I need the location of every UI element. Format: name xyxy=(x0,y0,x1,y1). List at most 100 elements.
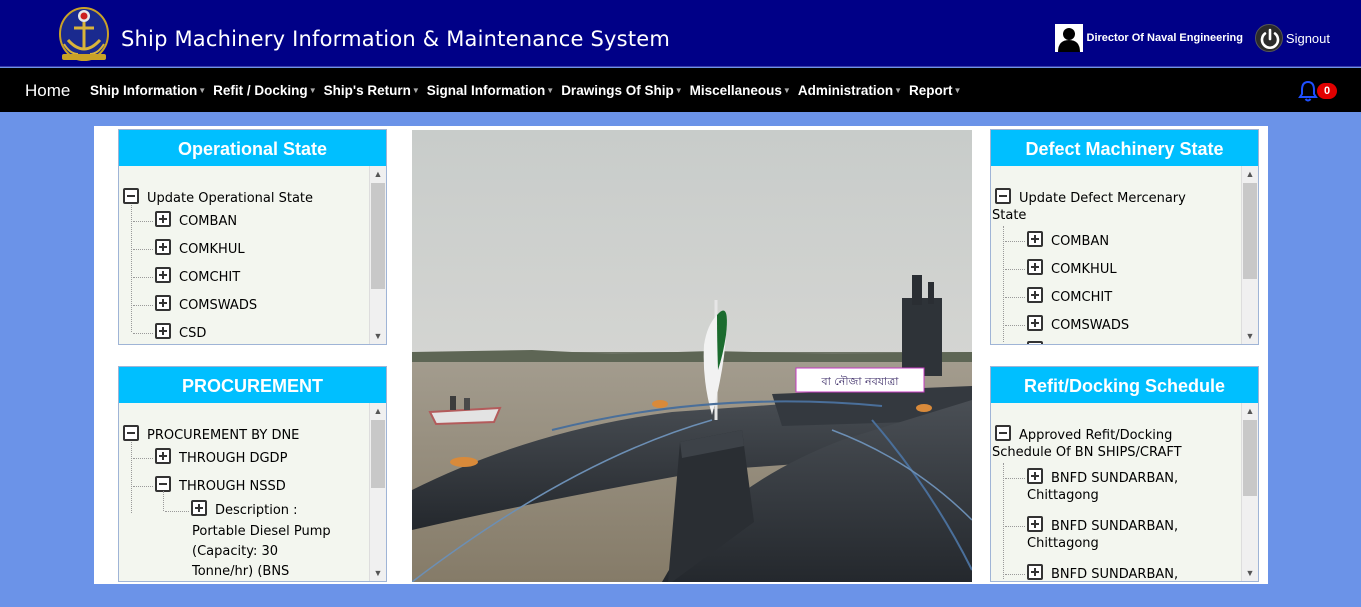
expand-icon[interactable] xyxy=(1027,315,1043,331)
scroll-down-icon[interactable]: ▼ xyxy=(1242,328,1258,344)
tree-node-comswads[interactable]: COMSWADS xyxy=(155,295,257,313)
tree-node-root[interactable]: Approved Refit/Docking xyxy=(995,425,1172,443)
nav-item-refit-docking[interactable]: Refit / Docking▼ xyxy=(213,83,316,98)
defect-machinery-panel: Defect Machinery State Update Defect Mer… xyxy=(990,129,1259,345)
notification-count-badge: 0 xyxy=(1317,83,1337,99)
tree-node-partial xyxy=(1027,341,1043,344)
tree-node-comban[interactable]: COMBAN xyxy=(1027,231,1109,249)
caret-down-icon: ▼ xyxy=(546,86,555,95)
nav-item-administration[interactable]: Administration▼ xyxy=(798,83,902,98)
tree-node-comswads[interactable]: COMSWADS xyxy=(1027,315,1129,333)
expand-icon[interactable] xyxy=(155,239,171,255)
expand-icon[interactable] xyxy=(1027,259,1043,275)
expand-icon[interactable] xyxy=(191,500,207,516)
expand-icon[interactable] xyxy=(1027,468,1043,484)
tree-node-schedule[interactable]: BNFD SUNDARBAN, xyxy=(1027,564,1178,581)
tree-node-comchit[interactable]: COMCHIT xyxy=(155,267,240,285)
schedule-location: Chittagong xyxy=(1027,536,1099,551)
tree-node-through-nssd[interactable]: THROUGH NSSD xyxy=(155,476,286,494)
operational-state-panel: Operational State Update Operational Sta… xyxy=(118,129,387,345)
defect-machinery-tree: Update Defect Mercenary State COMBAN COM… xyxy=(991,166,1258,344)
expand-icon[interactable] xyxy=(1027,231,1043,247)
scroll-down-icon[interactable]: ▼ xyxy=(1242,565,1258,581)
tree-node-comkhul[interactable]: COMKHUL xyxy=(1027,259,1117,277)
scroll-down-icon[interactable]: ▼ xyxy=(370,328,386,344)
operational-state-tree: Update Operational State COMBAN COMKHUL … xyxy=(119,166,386,344)
procurement-panel: PROCUREMENT PROCUREMENT BY DNE THROUGH D… xyxy=(118,366,387,582)
caret-down-icon: ▼ xyxy=(674,86,683,95)
caret-down-icon: ▼ xyxy=(953,86,962,95)
scroll-thumb[interactable] xyxy=(1243,183,1257,279)
scroll-down-icon[interactable]: ▼ xyxy=(370,565,386,581)
scroll-up-icon[interactable]: ▲ xyxy=(370,403,386,419)
caret-down-icon: ▼ xyxy=(198,86,207,95)
signout-button[interactable]: Signout xyxy=(1254,24,1330,52)
expand-icon[interactable] xyxy=(1027,564,1043,580)
tree-node-root[interactable]: PROCUREMENT BY DNE xyxy=(123,425,299,443)
caret-down-icon: ▼ xyxy=(782,86,791,95)
tree-node-schedule[interactable]: BNFD SUNDARBAN, xyxy=(1027,468,1178,486)
refit-docking-tree: Approved Refit/Docking Schedule Of BN SH… xyxy=(991,403,1258,581)
user-profile[interactable]: Director Of Naval Engineering xyxy=(1054,24,1243,52)
scrollbar[interactable]: ▲ ▼ xyxy=(1241,166,1258,344)
scroll-up-icon[interactable]: ▲ xyxy=(1242,403,1258,419)
scrollbar[interactable]: ▲ ▼ xyxy=(369,403,386,581)
scroll-thumb[interactable] xyxy=(371,420,385,488)
scroll-thumb[interactable] xyxy=(1243,420,1257,496)
nav-item-report[interactable]: Report▼ xyxy=(909,83,961,98)
procurement-tree: PROCUREMENT BY DNE THROUGH DGDP THROUGH … xyxy=(119,403,386,581)
caret-down-icon: ▼ xyxy=(411,86,420,95)
schedule-location: Chittagong xyxy=(1027,488,1099,503)
expand-icon[interactable] xyxy=(155,448,171,464)
tree-node-description[interactable]: Description : xyxy=(191,500,298,518)
expand-icon[interactable] xyxy=(155,295,171,311)
panel-title: PROCUREMENT xyxy=(119,367,386,403)
scrollbar[interactable]: ▲ ▼ xyxy=(369,166,386,344)
tree-node-root[interactable]: Update Operational State xyxy=(123,188,313,206)
user-avatar-icon xyxy=(1054,24,1083,52)
scroll-thumb[interactable] xyxy=(371,183,385,289)
scroll-up-icon[interactable]: ▲ xyxy=(1242,166,1258,182)
dashboard-content: Operational State Update Operational Sta… xyxy=(94,126,1268,584)
nav-item-drawings-of-ship[interactable]: Drawings Of Ship▼ xyxy=(561,83,682,98)
tree-node-schedule[interactable]: BNFD SUNDARBAN, xyxy=(1027,516,1178,534)
app-title: Ship Machinery Information & Maintenance… xyxy=(121,27,671,51)
notification-bell-icon[interactable] xyxy=(1298,80,1318,102)
expand-icon xyxy=(1027,341,1043,344)
caret-down-icon: ▼ xyxy=(894,86,903,95)
expand-icon[interactable] xyxy=(155,267,171,283)
collapse-icon[interactable] xyxy=(123,425,139,441)
collapse-icon[interactable] xyxy=(123,188,139,204)
scrollbar[interactable]: ▲ ▼ xyxy=(1241,403,1258,581)
nav-home[interactable]: Home xyxy=(25,81,70,101)
main-nav: Home Ship Information▼ Refit / Docking▼ … xyxy=(0,68,1361,112)
app-header: Ship Machinery Information & Maintenance… xyxy=(0,0,1361,67)
collapse-icon[interactable] xyxy=(155,476,171,492)
expand-icon[interactable] xyxy=(1027,516,1043,532)
nav-item-signal-information[interactable]: Signal Information▼ xyxy=(427,83,554,98)
tree-node-root[interactable]: Update Defect Mercenary xyxy=(995,188,1186,206)
expand-icon[interactable] xyxy=(155,323,171,339)
nav-menu: Ship Information▼ Refit / Docking▼ Ship'… xyxy=(90,83,968,98)
tree-node-through-dgdp[interactable]: THROUGH DGDP xyxy=(155,448,287,466)
expand-icon[interactable] xyxy=(1027,287,1043,303)
banner-text: বা নৌজা নবযাত্রা xyxy=(821,375,900,388)
nav-item-miscellaneous[interactable]: Miscellaneous▼ xyxy=(690,83,791,98)
collapse-icon[interactable] xyxy=(995,425,1011,441)
tree-node-csd[interactable]: CSD xyxy=(155,323,206,341)
user-name: Director Of Naval Engineering xyxy=(1086,32,1243,44)
tree-node-root-line2: Schedule Of BN SHIPS/CRAFT xyxy=(992,445,1182,460)
collapse-icon[interactable] xyxy=(995,188,1011,204)
panel-title: Refit/Docking Schedule xyxy=(991,367,1258,403)
power-icon xyxy=(1254,24,1283,52)
nav-item-ships-return[interactable]: Ship's Return▼ xyxy=(324,83,420,98)
nav-item-ship-information[interactable]: Ship Information▼ xyxy=(90,83,206,98)
tree-node-comkhul[interactable]: COMKHUL xyxy=(155,239,245,257)
description-line: (Capacity: 30 xyxy=(192,544,278,559)
scroll-up-icon[interactable]: ▲ xyxy=(370,166,386,182)
panel-title: Defect Machinery State xyxy=(991,130,1258,166)
tree-node-comban[interactable]: COMBAN xyxy=(155,211,237,229)
expand-icon[interactable] xyxy=(155,211,171,227)
submarine-photo: বা নৌজা নবযাত্রা xyxy=(412,130,972,582)
tree-node-comchit[interactable]: COMCHIT xyxy=(1027,287,1112,305)
